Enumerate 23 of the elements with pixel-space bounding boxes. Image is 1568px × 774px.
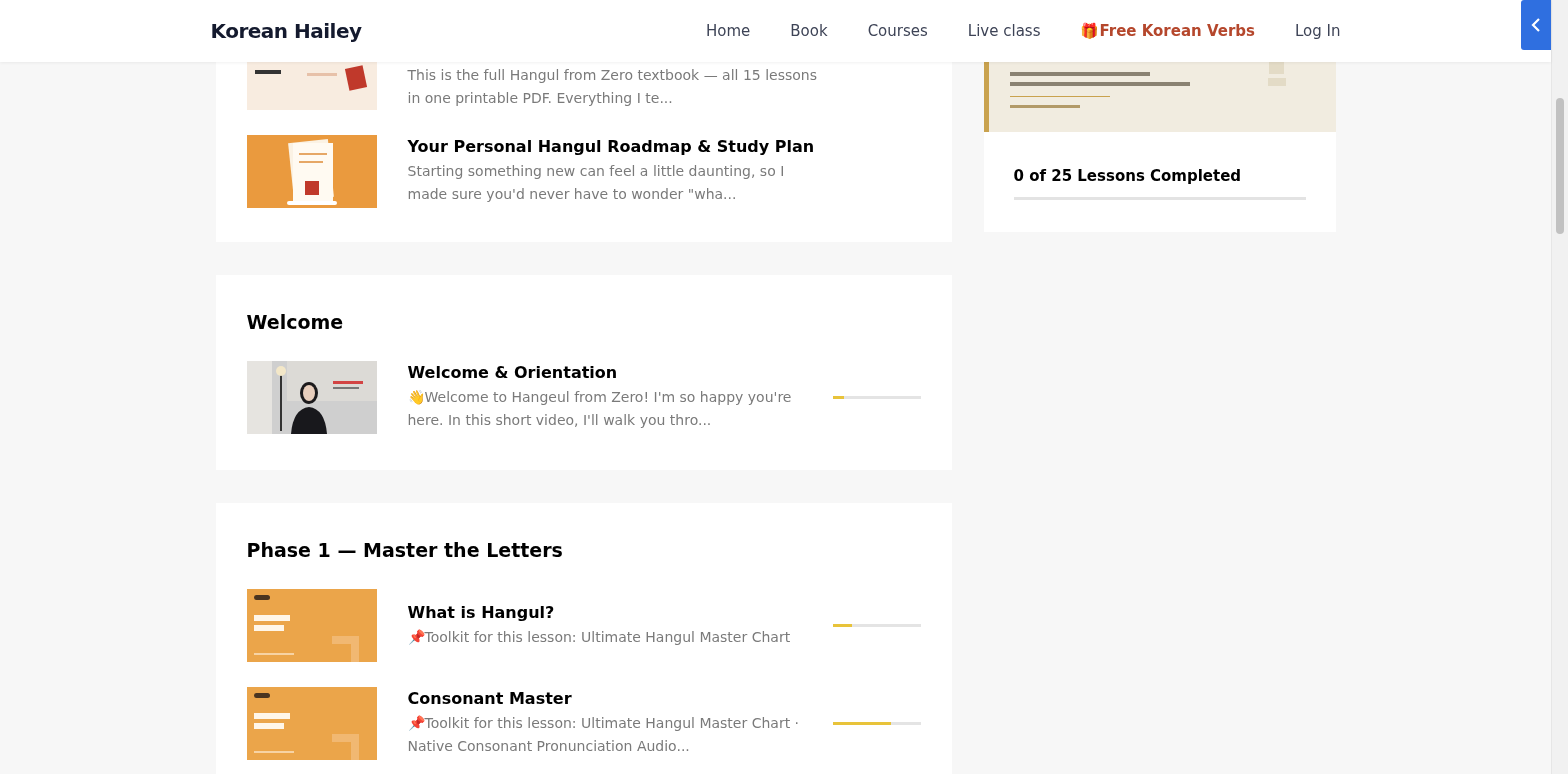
lesson-title[interactable]: Welcome & Orientation (407, 363, 818, 382)
nav-link[interactable]: Courses (867, 22, 928, 40)
chevron-left-icon (1531, 18, 1541, 32)
lesson-description: 📌Toolkit for this lesson: Ultimate Hangul Master Chart · Native Consonant Pronunciation Audio... (407, 714, 801, 756)
logo[interactable]: Korean Hailey (210, 19, 362, 43)
nav-link[interactable]: Live class (967, 22, 1041, 40)
lesson-title[interactable]: Your Personal Hangul Roadmap & Study Plan (407, 137, 937, 156)
lesson-description: 👋Welcome to Hangeul from Zero! I'm so happy you're here. In this short video, I'll walk you thro... (407, 388, 793, 430)
scrollbar-thumb[interactable] (1556, 98, 1564, 234)
lesson-description: Starting something new can feel a little daunting, so I made sure you'd never have to wonder "wha... (407, 162, 786, 204)
section-title: Phase 1 — Master the Letters (246, 539, 564, 561)
nav-link[interactable]: Book (790, 22, 828, 40)
lesson-description: 📌Toolkit for this lesson: Ultimate Hangul Master Chart (407, 627, 792, 647)
lesson-title[interactable]: Consonant Master (407, 689, 818, 708)
lessons-completed-text: 0 of 25 Lessons Completed (1013, 167, 1243, 185)
nav-link[interactable]: 🎁Free Korean Verbs (1080, 22, 1255, 40)
lesson-description: This is the full Hangul from Zero textbook — all 15 lessons in one printable PDF. Everything I te... (407, 66, 818, 108)
section-title: Welcome (246, 311, 345, 333)
lesson-title[interactable]: What is Hangul? (407, 602, 818, 622)
scrollbar[interactable] (1551, 0, 1568, 774)
nav-link[interactable]: Log In (1295, 22, 1341, 40)
nav-link[interactable]: Home (706, 22, 751, 40)
sidebar-toggle-button[interactable] (1521, 0, 1551, 50)
